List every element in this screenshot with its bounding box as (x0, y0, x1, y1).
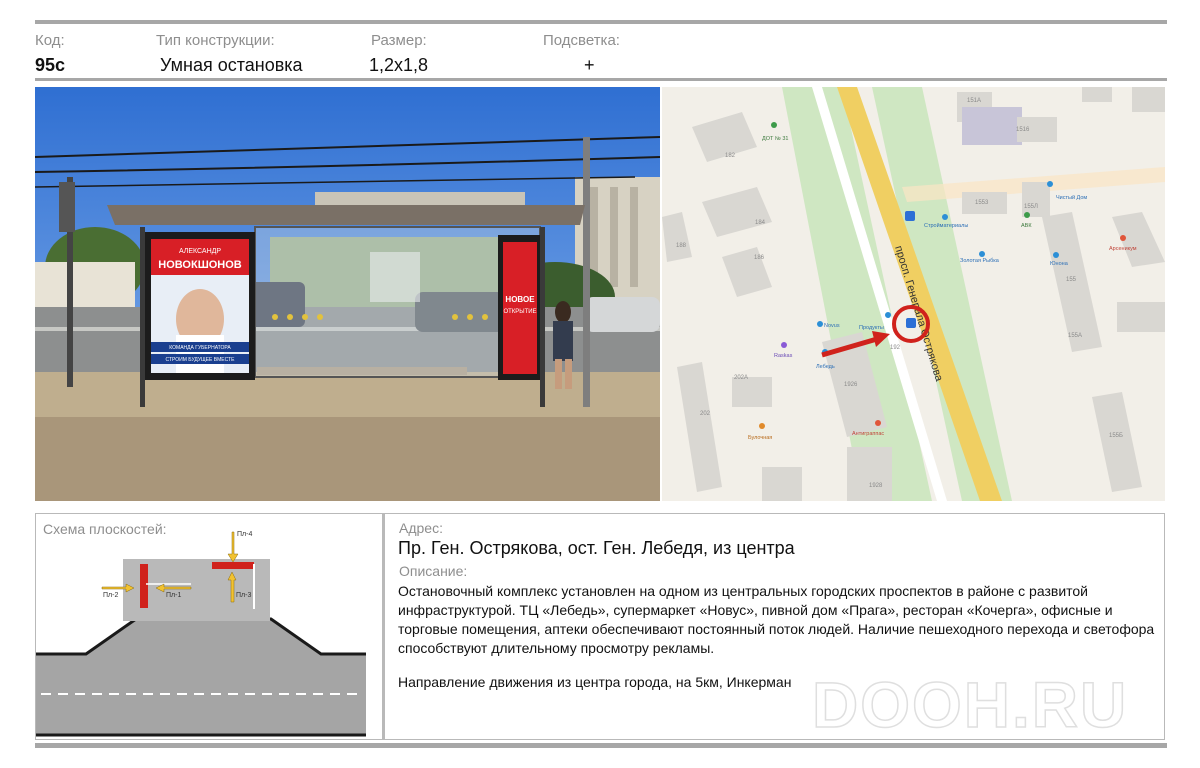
header-rule (35, 78, 1167, 81)
map-label: 1516 (1016, 127, 1030, 133)
size-label: Размер: (371, 32, 427, 49)
map-label: 202 (700, 411, 711, 417)
description-label: Описание: (399, 563, 468, 579)
watermark-logo: DOOH.RU (811, 668, 1129, 742)
poi-label: Лебедь (816, 364, 835, 370)
poi-label: Стройматериалы (924, 222, 968, 229)
map-label: 1553 (975, 200, 989, 206)
description-text: Остановочный комплекс установлен на одно… (398, 583, 1155, 656)
info-divider (382, 513, 385, 740)
map-label: 151А (967, 98, 981, 104)
size-value: 1,2х1,8 (369, 55, 429, 75)
plane-label-2: Пл-2 (103, 592, 118, 599)
code-value: 95с (35, 55, 66, 75)
code-label: Код: (35, 32, 65, 49)
poster-line3: КОМАНДА ГУБЕРНАТОРА (169, 345, 231, 351)
poi-label: Булочная (748, 435, 772, 441)
poi-label: Золотая Рыбка (960, 258, 1000, 264)
map-label: 155Л (1024, 204, 1038, 210)
poi-label: Raskas (774, 353, 793, 359)
bus-stop-photo: АЛЕКСАНДР НОВОКШОНОВ КОМАНДА ГУБЕРНАТОРА… (35, 87, 660, 501)
map-label: 182 (725, 153, 736, 159)
address-label: Адрес: (399, 520, 443, 536)
map-label: 155 (1066, 277, 1077, 283)
map-label: 192 (890, 345, 901, 351)
type-label: Тип конструкции: (156, 32, 275, 49)
plane-label-4: Пл-4 (237, 531, 252, 538)
poi-label: Чистый Дом (1056, 194, 1087, 201)
map-label: 184 (755, 220, 766, 226)
poi-label: Продукты (859, 325, 884, 331)
light-value: + (584, 55, 595, 75)
top-rule (35, 20, 1167, 24)
poi-label: АВК (1021, 223, 1032, 229)
poi-label: Юнона (1050, 261, 1069, 267)
map-label: 155Б (1109, 433, 1123, 439)
map-label: 186 (754, 255, 765, 261)
planes-scheme: Пл-4 Пл-2 Пл-1 Пл-3 (36, 531, 366, 737)
poster-line1: АЛЕКСАНДР (179, 248, 221, 255)
direction-text: Направление движения из центра города, н… (398, 674, 792, 690)
bottom-rule (35, 743, 1167, 748)
type-value: Умная остановка (160, 55, 303, 75)
address-value: Пр. Ген. Острякова, ост. Ген. Лебедя, из… (398, 538, 795, 558)
poi-label: Арсеникум (1109, 246, 1137, 252)
poster-line2: НОВОКШОНОВ (158, 259, 242, 271)
poi-label: Антиграппас (852, 431, 884, 437)
poi-label: Novus (824, 323, 840, 329)
plane-label-1: Пл-1 (166, 592, 181, 599)
poster-line4: СТРОИМ БУДУЩЕЕ ВМЕСТЕ (166, 357, 236, 363)
location-map: 151А 1516 182 184 186 188 1553 155Л 155 … (662, 87, 1165, 501)
light-label: Подсветка: (543, 32, 620, 49)
map-label: 1928 (869, 483, 883, 489)
right-poster-line2: ОТКРЫТИЕ (503, 309, 536, 315)
plane-label-3: Пл-3 (236, 592, 251, 599)
poi-label: ДОТ № 31 (762, 136, 788, 142)
map-label: 188 (676, 243, 687, 249)
map-label: 155А (1068, 333, 1082, 339)
map-label: 202А (734, 375, 748, 381)
map-label: 1926 (844, 382, 858, 388)
right-poster-line1: НОВОЕ (505, 295, 535, 304)
